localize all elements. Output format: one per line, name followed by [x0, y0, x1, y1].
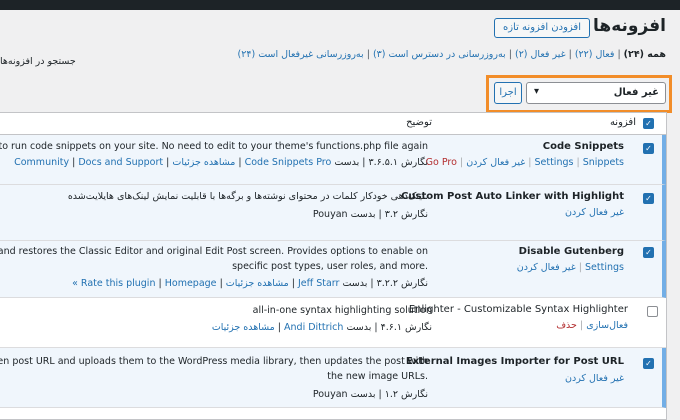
page-title: افزونه‌ها [593, 16, 666, 36]
plugin-checkbox[interactable] [647, 306, 658, 317]
author-link[interactable]: Jeff Starr [298, 278, 339, 289]
column-header-description: توضیح [406, 117, 432, 128]
chevron-down-icon: ▾ [534, 86, 540, 97]
community-link[interactable]: Community [14, 157, 69, 168]
plugin-actions: Settings | Snippets | غیر فعال کردن | Go… [425, 157, 624, 168]
plugin-row-enlighter: Enlighter - Customizable Syntax Highligh… [0, 298, 666, 348]
author-name: Pouyan [312, 389, 348, 400]
plugin-name: Code Snippets [542, 141, 624, 152]
plugin-row-disable-gutenberg: ✓ Disable Gutenberg Settings | غیر فعال … [0, 241, 666, 298]
plugin-name: External Images Importer for Post URL [405, 356, 624, 367]
plugin-description: all-in-one syntax highlighting solution [252, 305, 432, 316]
view-details-link[interactable]: مشاهده جزئیات [172, 157, 235, 168]
status-filter-links: همه (۲۴) | فعال (۲۲) | غیر فعال (۲) | به… [237, 49, 666, 60]
plugin-description-line-1: Disables Gutenberg Block Editor and rest… [0, 246, 428, 257]
deactivate-link[interactable]: غیر فعال کردن [466, 157, 525, 168]
plugins-table: ✓ افزونه توضیح ✓ Code Snippets Settings … [0, 112, 667, 420]
plugin-row-auto-linker: ✓ Custom Post Auto Linker with Highlight… [0, 185, 666, 241]
plugin-name: Enlighter - Customizable Syntax Highligh… [408, 304, 628, 315]
plugin-checkbox[interactable]: ✓ [643, 358, 654, 369]
plugin-actions: غیر فعال کردن [565, 373, 624, 384]
table-header: ✓ افزونه توضیح [0, 113, 666, 135]
plugin-row-code-snippets: ✓ Code Snippets Settings | Snippets | غی… [0, 135, 666, 185]
filter-active[interactable]: فعال (۲۲) [575, 49, 615, 60]
filter-auto-updates-disabled[interactable]: به‌روزرسانی غیرفعال است (۲۴) [238, 49, 364, 60]
settings-link[interactable]: Settings [534, 157, 573, 168]
filter-updates-available[interactable]: به‌روزرسانی در دسترس است (۳) [373, 49, 506, 60]
rate-plugin-link[interactable]: Rate this plugin [81, 278, 156, 289]
select-all-checkbox[interactable]: ✓ [643, 118, 654, 129]
apply-button[interactable]: اجرا [494, 82, 522, 104]
author-name: Pouyan [312, 209, 348, 220]
plugin-meta: نگارش ۳.۶.۵.۱ | بدست Code Snippets Pro |… [14, 157, 428, 168]
plugin-meta: نگارش ۴.۶.۱ | بدست Andi Dittrich | مشاهد… [211, 322, 432, 333]
view-details-link[interactable]: مشاهده جزئیات [226, 278, 289, 289]
view-details-link[interactable]: مشاهده جزئیات [212, 322, 275, 333]
plugin-checkbox[interactable]: ✓ [643, 193, 654, 204]
deactivate-link[interactable]: غیر فعال کردن [565, 373, 624, 384]
plugin-checkbox[interactable]: ✓ [643, 247, 654, 258]
search-plugins-label: جستجو در افزونه‌ها [0, 56, 76, 67]
author-link[interactable]: Andi Dittrich [284, 322, 343, 333]
docs-support-link[interactable]: Docs and Support [78, 157, 163, 168]
go-pro-link[interactable]: Go Pro [426, 157, 457, 168]
plugin-actions: Settings | غیر فعال کردن [516, 262, 624, 273]
plugin-row-external-images-importer: ✓ External Images Importer for Post URL … [0, 348, 666, 408]
activate-link[interactable]: فعال‌سازی [586, 320, 628, 331]
plugin-checkbox[interactable]: ✓ [643, 143, 654, 154]
bulk-actions-select[interactable]: غیر فعال ▾ [526, 82, 666, 104]
add-new-plugin-button[interactable]: افزودن افزونه تازه [493, 18, 590, 38]
plugin-description-line-2: the new image URLs. [327, 371, 428, 382]
plugin-name: Custom Post Auto Linker with Highlight [401, 191, 624, 202]
filter-all[interactable]: همه (۲۴) [624, 49, 666, 60]
delete-link[interactable]: حذف [556, 320, 577, 331]
plugin-meta: نگارش ۱.۲ | بدست Pouyan [312, 389, 428, 400]
bulk-actions-value: غیر فعال [613, 87, 659, 98]
plugin-actions: غیر فعال کردن [565, 207, 624, 218]
deactivate-link[interactable]: غیر فعال کردن [565, 207, 624, 218]
plugin-meta: نگارش ۳.۲.۲ | بدست Jeff Starr | مشاهده ج… [72, 278, 428, 289]
plugin-description: An easy, clean and simple way to run cod… [0, 141, 428, 152]
snippets-link[interactable]: Snippets [583, 157, 624, 168]
column-header-plugin: افزونه [609, 117, 636, 128]
plugin-description-line-1: Imports images from a given post URL and… [0, 356, 428, 367]
plugin-meta: نگارش ۳.۲ | بدست Pouyan [312, 209, 428, 220]
plugin-actions: فعال‌سازی | حذف [556, 320, 628, 331]
filter-inactive[interactable]: غیر فعال (۲) [515, 49, 566, 60]
author-link[interactable]: Code Snippets Pro [245, 157, 332, 168]
plugin-description-line-2: specific post types, user roles, and mor… [232, 261, 428, 272]
plugin-description: لینک‌دهی خودکار کلمات در محتوای نوشته‌ها… [67, 191, 428, 202]
settings-link[interactable]: Settings [585, 262, 624, 273]
deactivate-link[interactable]: غیر فعال کردن [517, 262, 576, 273]
plugin-name: Disable Gutenberg [518, 246, 624, 257]
admin-top-bar [0, 0, 680, 10]
